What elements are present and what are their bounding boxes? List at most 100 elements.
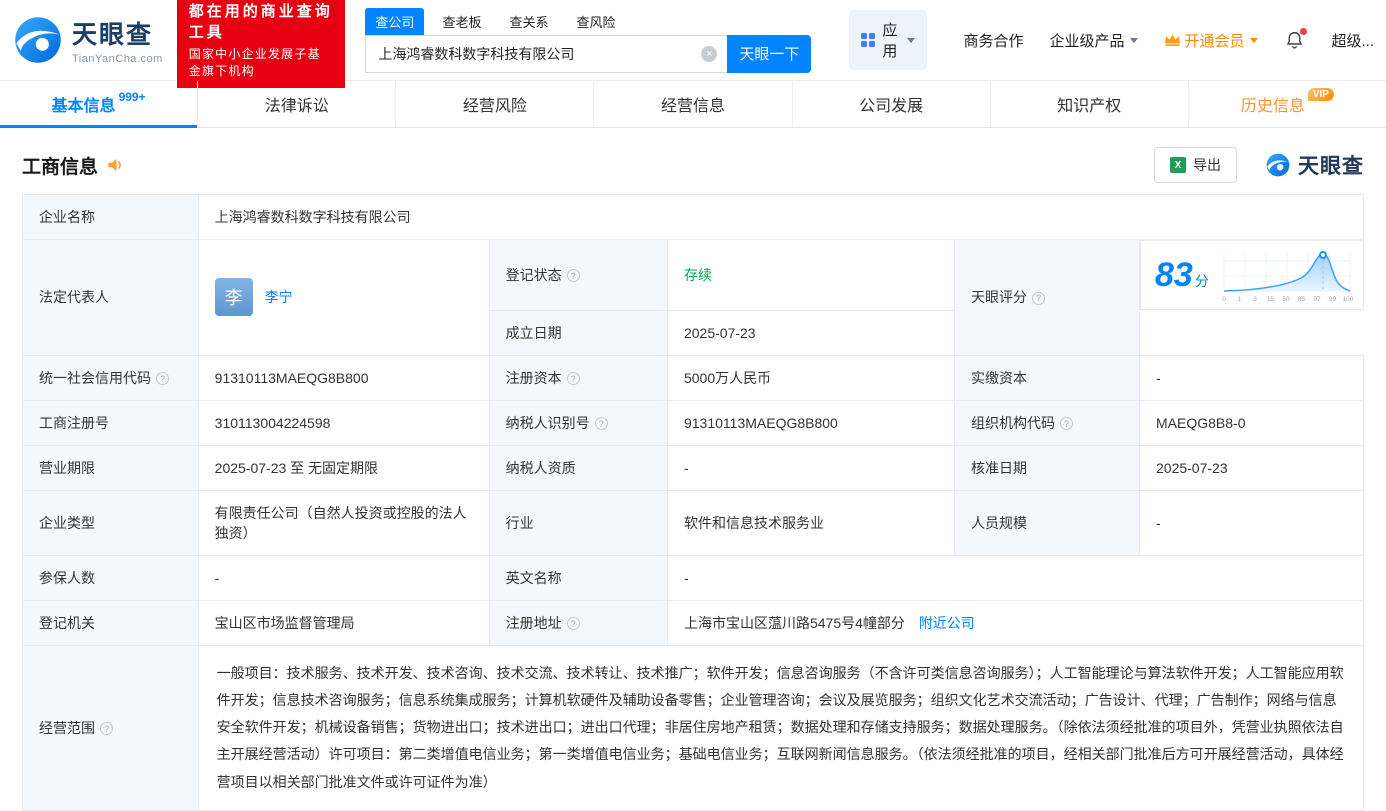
score-value: 83 分 0 1 3 15 50 85 97 99 100 bbox=[1140, 240, 1364, 310]
approval-date-value: 2025-07-23 bbox=[1139, 444, 1364, 491]
apps-grid-icon bbox=[861, 33, 876, 47]
nav-super-vip[interactable]: 超级... bbox=[1331, 30, 1374, 51]
svg-text:50: 50 bbox=[1282, 296, 1290, 303]
reg-status-label-text: 登记状态 bbox=[505, 266, 562, 283]
promo-badge: 都在用的商业查询工具 国家中小企业发展子基金旗下机构 bbox=[176, 0, 346, 89]
export-button[interactable]: X 导出 bbox=[1154, 147, 1237, 183]
company-tab-bar: 基本信息 999+ 法律诉讼 经营风险 经营信息 公司发展 知识产权 历史信息 … bbox=[0, 80, 1386, 128]
tab-operating-info[interactable]: 经营信息 bbox=[593, 81, 791, 127]
tab-history-info[interactable]: 历史信息 VIP bbox=[1187, 81, 1386, 127]
tab-history-info-label: 历史信息 bbox=[1240, 98, 1305, 115]
reg-address-label: 注册地址? bbox=[488, 599, 668, 646]
legal-rep-avatar[interactable]: 李 bbox=[214, 278, 253, 317]
approval-date-label: 核准日期 bbox=[953, 444, 1141, 491]
nav-enterprise-products[interactable]: 企业级产品 bbox=[1049, 30, 1139, 51]
tab-operating-info-label: 经营信息 bbox=[660, 98, 725, 115]
establish-date-label: 成立日期 bbox=[488, 309, 668, 356]
business-info-table: 企业名称 上海鸿睿数科数字科技有限公司 法定代表人 李 李宁 登记状态? 存续 bbox=[22, 194, 1365, 811]
tab-legal-proceedings-label: 法律诉讼 bbox=[264, 98, 329, 115]
score-unit: 分 bbox=[1194, 272, 1209, 289]
info-icon[interactable]: ? bbox=[566, 617, 580, 630]
announcement-horn-icon[interactable] bbox=[106, 156, 124, 174]
clear-icon[interactable]: × bbox=[701, 45, 718, 62]
search-input[interactable] bbox=[366, 35, 728, 72]
tab-operating-risk-label: 经营风险 bbox=[462, 98, 527, 115]
tab-operating-risk[interactable]: 经营风险 bbox=[395, 81, 593, 127]
nav-enterprise-products-label: 企业级产品 bbox=[1049, 32, 1125, 50]
reg-address-text: 上海市宝山区蕰川路5475号4幢部分 bbox=[683, 614, 905, 631]
excel-icon: X bbox=[1170, 157, 1186, 173]
table-row: 登记机关 宝山区市场监督管理局 注册地址? 上海市宝山区蕰川路5475号4幢部分… bbox=[22, 599, 1365, 646]
taxpayer-id-label-text: 纳税人识别号 bbox=[505, 414, 590, 431]
english-name-label: 英文名称 bbox=[488, 554, 668, 601]
nav-open-membership-label: 开通会员 bbox=[1184, 32, 1245, 50]
info-icon[interactable]: ? bbox=[1031, 291, 1045, 305]
score-number-wrap: 83 分 bbox=[1155, 256, 1209, 295]
score-label: 天眼评分? bbox=[953, 239, 1141, 356]
business-scope-label-text: 经营范围 bbox=[39, 719, 95, 736]
reg-authority-label: 登记机关 bbox=[22, 599, 199, 646]
reg-status-value: 存续 bbox=[666, 239, 955, 311]
insured-count-label: 参保人数 bbox=[22, 554, 199, 601]
svg-text:3: 3 bbox=[1253, 296, 1257, 303]
info-icon[interactable]: ? bbox=[156, 372, 169, 385]
tab-legal-proceedings[interactable]: 法律诉讼 bbox=[197, 81, 395, 127]
apps-menu-button[interactable]: 应用 bbox=[849, 10, 928, 70]
table-row: 营业期限 2025-07-23 至 无固定期限 纳税人资质 - 核准日期 202… bbox=[22, 444, 1364, 491]
org-code-value: MAEQG8B8-0 bbox=[1139, 399, 1364, 446]
reg-number-value: 310113004224598 bbox=[197, 399, 490, 446]
brand-text: 天眼查 bbox=[1298, 155, 1364, 178]
reg-address-value: 上海市宝山区蕰川路5475号4幢部分 附近公司 bbox=[666, 599, 1365, 646]
company-type-value: 有限责任公司（自然人投资或控股的法人独资） bbox=[197, 489, 490, 556]
logo-text: 天眼查 TianYanCha.com bbox=[72, 15, 163, 65]
notifications-bell[interactable] bbox=[1284, 27, 1308, 51]
chevron-down-icon bbox=[1130, 37, 1139, 43]
svg-text:99: 99 bbox=[1328, 296, 1336, 303]
paid-capital-label: 实缴资本 bbox=[953, 354, 1141, 401]
tab-basic-info[interactable]: 基本信息 999+ bbox=[0, 81, 198, 128]
top-nav: 商务合作 企业级产品 开通会员 超级... bbox=[963, 27, 1374, 51]
table-row: 工商注册号 310113004224598 纳税人识别号? 91310113MA… bbox=[22, 399, 1364, 446]
tab-company-development[interactable]: 公司发展 bbox=[791, 81, 990, 127]
taxpayer-id-label: 纳税人识别号? bbox=[488, 399, 668, 446]
info-icon[interactable]: ? bbox=[594, 417, 608, 430]
nav-business-cooperation[interactable]: 商务合作 bbox=[963, 30, 1023, 51]
info-icon[interactable]: ? bbox=[1059, 417, 1073, 430]
tianyancha-logo[interactable]: 天眼查 TianYanCha.com bbox=[12, 14, 163, 66]
search-submit-button[interactable]: 天眼一下 bbox=[727, 34, 812, 73]
tab-intellectual-property[interactable]: 知识产权 bbox=[989, 81, 1188, 127]
search-tab-risk[interactable]: 查风险 bbox=[566, 8, 625, 35]
search-tab-boss[interactable]: 查老板 bbox=[432, 8, 491, 35]
crown-icon bbox=[1165, 34, 1181, 46]
credit-code-label-text: 统一社会信用代码 bbox=[39, 369, 151, 386]
logo-title: 天眼查 bbox=[72, 21, 154, 49]
reg-capital-label-text: 注册资本 bbox=[505, 369, 562, 386]
info-icon[interactable]: ? bbox=[566, 269, 580, 283]
taxpayer-quality-value: - bbox=[666, 444, 955, 491]
table-row: 经营范围? 一般项目：技术服务、技术开发、技术咨询、技术交流、技术转让、技术推广… bbox=[22, 644, 1365, 811]
legal-rep-label: 法定代表人 bbox=[22, 239, 199, 356]
nav-open-membership[interactable]: 开通会员 bbox=[1164, 30, 1259, 51]
tab-intellectual-property-label: 知识产权 bbox=[1057, 98, 1122, 115]
nearby-companies-link[interactable]: 附近公司 bbox=[919, 615, 975, 631]
search-tab-relation[interactable]: 查关系 bbox=[499, 8, 558, 35]
table-row: 参保人数 - 英文名称 - bbox=[22, 554, 1365, 601]
score-distribution-chart: 0 1 3 15 50 85 97 99 100 bbox=[1222, 251, 1353, 303]
table-row: 企业类型 有限责任公司（自然人投资或控股的法人独资） 行业 软件和信息技术服务业… bbox=[22, 489, 1364, 556]
table-row: 统一社会信用代码? 91310113MAEQG8B800 注册资本? 5000万… bbox=[22, 354, 1364, 401]
info-icon[interactable]: ? bbox=[100, 722, 113, 736]
legal-rep-link[interactable]: 李宁 bbox=[265, 287, 293, 307]
reg-number-label: 工商注册号 bbox=[22, 399, 199, 446]
svg-text:1: 1 bbox=[1237, 296, 1241, 303]
section-header: 工商信息 X 导出 天眼查 bbox=[22, 142, 1364, 188]
search-tab-company[interactable]: 查公司 bbox=[365, 7, 425, 35]
tianyancha-swoosh-icon bbox=[15, 17, 61, 63]
tab-company-development-label: 公司发展 bbox=[859, 98, 924, 115]
status-badge: 存续 bbox=[683, 266, 712, 283]
info-icon[interactable]: ? bbox=[566, 372, 580, 385]
table-row: 法定代表人 李 李宁 登记状态? 存续 天眼评分? 83 分 0 1 3 15 … bbox=[22, 239, 1364, 356]
company-name-label: 企业名称 bbox=[22, 194, 199, 240]
svg-text:100: 100 bbox=[1342, 296, 1353, 303]
svg-text:15: 15 bbox=[1266, 296, 1274, 303]
search-type-tabs: 查公司 查老板 查关系 查风险 bbox=[365, 7, 811, 35]
